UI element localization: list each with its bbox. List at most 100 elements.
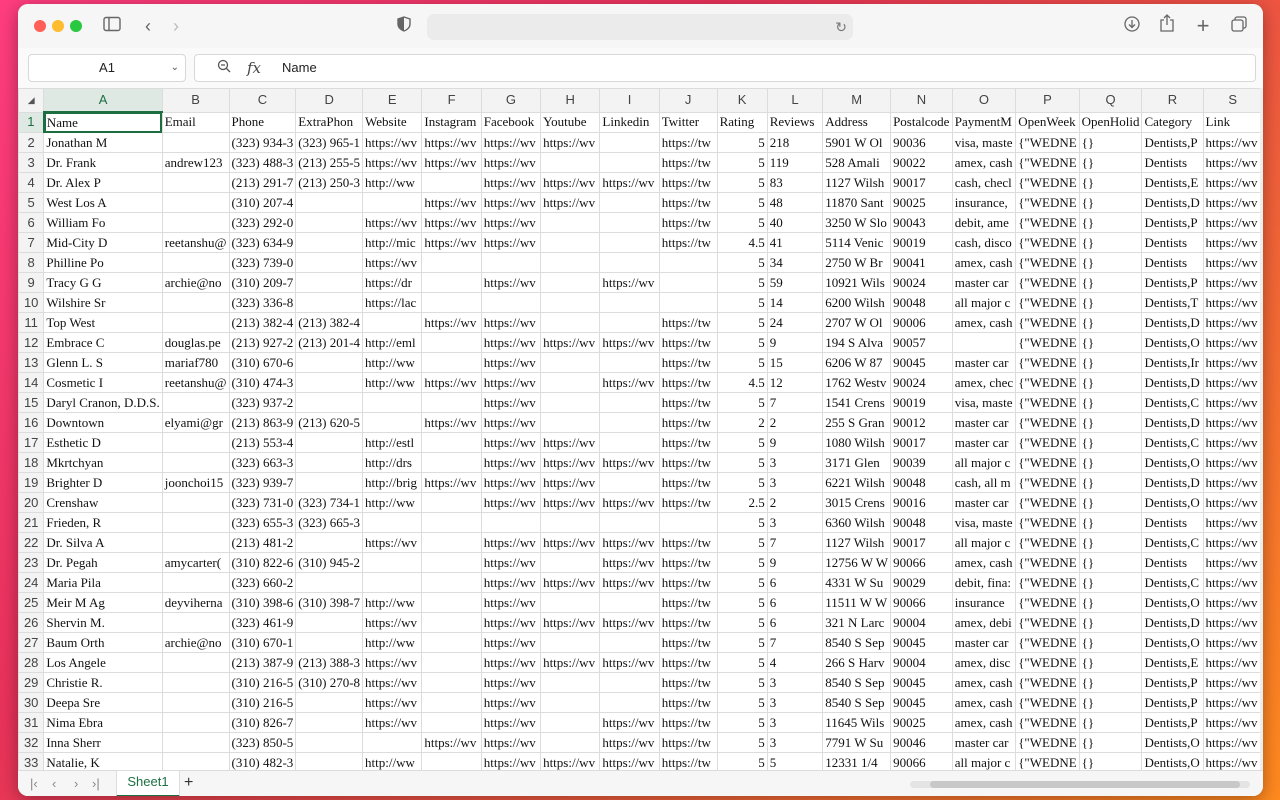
cell[interactable]: all major c <box>951 292 1017 313</box>
cell[interactable] <box>161 192 230 213</box>
cell[interactable]: master car <box>951 352 1017 373</box>
header-cell[interactable]: Postalcode <box>890 111 953 133</box>
cell[interactable]: (213) 620-5 <box>295 412 364 433</box>
cell[interactable]: https://wv <box>480 752 542 770</box>
row-header[interactable]: 21 <box>18 512 45 533</box>
header-cell[interactable]: OpenWeek <box>1015 111 1080 133</box>
cell[interactable]: https://wv <box>599 372 660 393</box>
share-icon[interactable] <box>1155 14 1179 38</box>
cell[interactable]: https://wv <box>480 532 542 553</box>
cell[interactable]: 4331 W Su <box>822 572 892 593</box>
cell[interactable]: https://wv <box>540 192 601 213</box>
cell[interactable]: {"WEDNE <box>1015 712 1080 733</box>
cell[interactable]: 24 <box>766 312 824 333</box>
cell[interactable]: amex, cash <box>951 672 1017 693</box>
cell[interactable] <box>295 392 364 413</box>
column-header[interactable]: M <box>822 88 892 113</box>
cell[interactable]: 12756 W W <box>822 552 892 573</box>
cell[interactable]: 90048 <box>890 512 953 533</box>
cell[interactable]: Wilshire Sr <box>43 292 163 313</box>
cell[interactable]: 90016 <box>890 492 953 513</box>
cell[interactable]: https://wv <box>362 532 423 553</box>
cell[interactable]: Mkrtchyan <box>43 452 163 473</box>
cell[interactable]: (310) 398-6 <box>228 592 297 613</box>
cell[interactable]: {"WEDNE <box>1015 612 1080 633</box>
cell[interactable]: Dentists,D <box>1141 192 1204 213</box>
header-cell[interactable]: Twitter <box>658 111 718 133</box>
cell[interactable]: https://wv <box>480 472 542 493</box>
cell[interactable]: (323) 739-0 <box>228 252 297 273</box>
cell[interactable] <box>421 652 482 673</box>
cell[interactable]: 41 <box>766 232 824 253</box>
cell[interactable]: all major c <box>951 452 1017 473</box>
cell[interactable] <box>599 132 660 153</box>
header-cell[interactable]: ExtraPhon <box>295 111 364 133</box>
cell[interactable]: {"WEDNE <box>1015 232 1080 253</box>
cell[interactable]: https://wv <box>1202 532 1263 553</box>
cell[interactable]: 5 <box>716 132 768 153</box>
cell[interactable] <box>295 572 364 593</box>
column-header[interactable]: N <box>890 88 953 113</box>
cell[interactable]: {"WEDNE <box>1015 692 1080 713</box>
cell[interactable] <box>161 692 230 713</box>
cell[interactable]: 2 <box>716 412 768 433</box>
column-header[interactable]: S <box>1202 88 1263 113</box>
cell[interactable] <box>421 492 482 513</box>
cell[interactable]: (323) 634-9 <box>228 232 297 253</box>
cell[interactable] <box>599 292 660 313</box>
cell[interactable]: Shervin M. <box>43 612 163 633</box>
cell[interactable]: https://wv <box>362 652 423 673</box>
cell[interactable]: https://wv <box>1202 132 1263 153</box>
minimize-window-button[interactable] <box>52 20 64 32</box>
row-header[interactable]: 10 <box>18 292 45 313</box>
cell[interactable]: Dentists,C <box>1141 572 1204 593</box>
cell[interactable]: Los Angele <box>43 652 163 673</box>
cell[interactable]: (323) 663-3 <box>228 452 297 473</box>
cell[interactable]: 90029 <box>890 572 953 593</box>
cell[interactable] <box>540 692 601 713</box>
cell[interactable]: https://wv <box>599 552 660 573</box>
cell[interactable] <box>599 252 660 273</box>
cell[interactable]: (310) 670-6 <box>228 352 297 373</box>
column-header[interactable]: A <box>43 88 163 113</box>
cell[interactable]: https://wv <box>480 672 542 693</box>
cell[interactable]: https://wv <box>362 252 423 273</box>
cell[interactable] <box>599 592 660 613</box>
cell[interactable] <box>295 292 364 313</box>
column-header[interactable]: Q <box>1078 88 1143 113</box>
cell[interactable]: https://tw <box>658 312 718 333</box>
cell[interactable]: {} <box>1078 372 1143 393</box>
cell[interactable]: Dentists <box>1141 152 1204 173</box>
cell[interactable] <box>599 512 660 533</box>
cell[interactable]: https://wv <box>1202 612 1263 633</box>
cell[interactable]: https://tw <box>658 192 718 213</box>
cell[interactable]: https://wv <box>421 312 482 333</box>
cell[interactable]: amex, cash <box>951 252 1017 273</box>
cell[interactable]: (213) 382-4 <box>295 312 364 333</box>
cell[interactable]: https://wv <box>540 172 601 193</box>
cell[interactable]: https://tw <box>658 552 718 573</box>
cell[interactable]: https://wv <box>480 732 542 753</box>
cell[interactable]: https://tw <box>658 412 718 433</box>
cell[interactable]: https://wv <box>480 312 542 333</box>
cell[interactable]: 5 <box>716 432 768 453</box>
cell[interactable]: https://wv <box>362 212 423 233</box>
cell[interactable]: 6200 Wilsh <box>822 292 892 313</box>
cell[interactable]: (213) 250-3 <box>295 172 364 193</box>
cell[interactable]: 90066 <box>890 552 953 573</box>
cell[interactable] <box>161 572 230 593</box>
cell[interactable]: https://tw <box>658 532 718 553</box>
cell[interactable]: https://wv <box>540 452 601 473</box>
cell[interactable]: (213) 255-5 <box>295 152 364 173</box>
cell[interactable]: 8540 S Sep <box>822 632 892 653</box>
cell[interactable] <box>295 472 364 493</box>
cell[interactable]: debit, ame <box>951 212 1017 233</box>
cell[interactable]: https://tw <box>658 672 718 693</box>
cell[interactable]: 9 <box>766 552 824 573</box>
cell[interactable]: 90041 <box>890 252 953 273</box>
cell[interactable]: 90004 <box>890 612 953 633</box>
cell[interactable]: (323) 731-0 <box>228 492 297 513</box>
cell[interactable]: 90066 <box>890 752 953 770</box>
prev-sheet-icon[interactable]: ‹ <box>52 775 56 793</box>
cell[interactable]: https://wv <box>540 132 601 153</box>
